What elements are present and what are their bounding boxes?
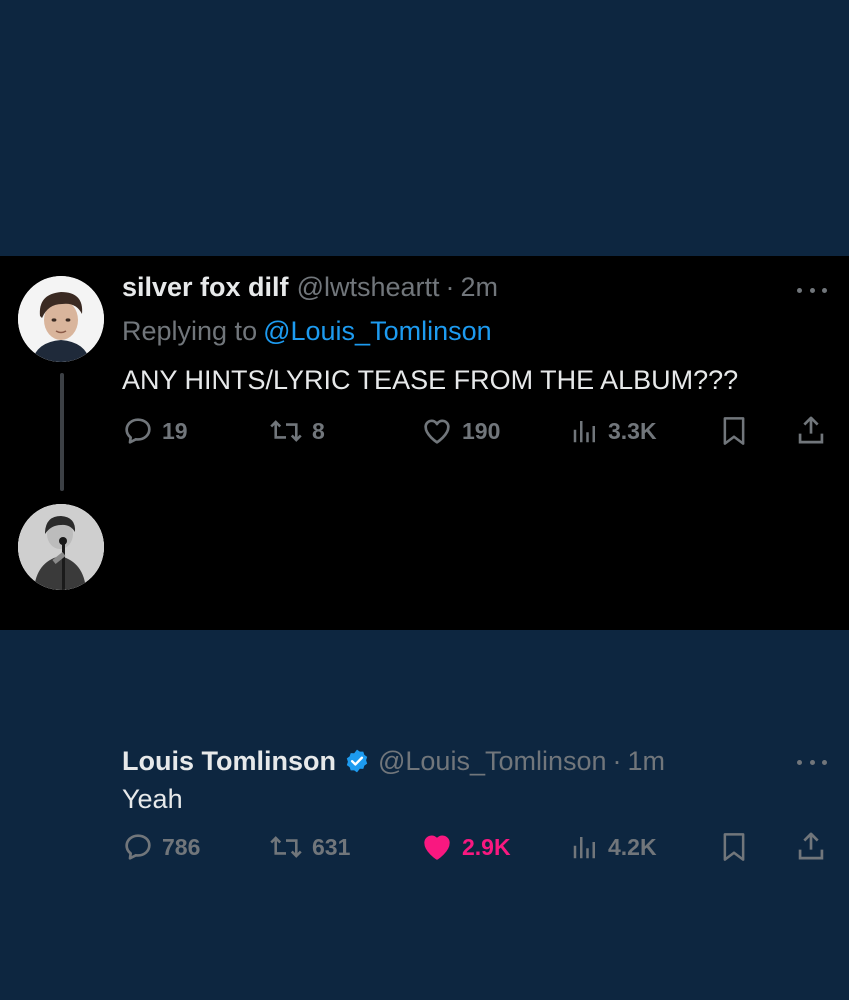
repost-icon xyxy=(270,420,302,442)
share-button[interactable] xyxy=(796,413,826,447)
display-name[interactable]: silver fox dilf xyxy=(122,272,289,303)
repost-icon xyxy=(270,836,302,858)
reply-button[interactable]: 19 xyxy=(122,415,188,447)
avatar[interactable] xyxy=(18,276,104,362)
avatar[interactable] xyxy=(18,504,104,590)
display-name[interactable]: Louis Tomlinson xyxy=(122,746,336,777)
replying-to-mention-link[interactable]: @Louis_Tomlinson xyxy=(263,316,492,346)
tweet-main[interactable]: Louis Tomlinson @Louis_Tomlinson · 1m Ye… xyxy=(0,504,849,861)
replying-to-label: Replying to xyxy=(122,316,258,346)
tweet-actions: 786 631 2.9K 4.2K xyxy=(0,831,849,871)
reply-icon xyxy=(125,834,151,860)
bookmark-icon xyxy=(723,417,745,445)
tweet-thread-panel: silver fox dilf @lwtsheartt · 2m Replyin… xyxy=(0,256,849,861)
like-count: 190 xyxy=(462,417,501,444)
user-handle[interactable]: @lwtsheartt xyxy=(297,272,440,303)
tweet-text: Yeah xyxy=(122,784,183,814)
like-count: 2.9K xyxy=(462,833,511,860)
like-button[interactable]: 190 xyxy=(420,415,500,447)
bookmark-icon xyxy=(723,833,745,861)
verified-badge-icon xyxy=(346,749,368,773)
repost-count: 8 xyxy=(312,417,325,444)
reply-count: 786 xyxy=(162,833,201,860)
repost-count: 631 xyxy=(312,833,351,860)
bookmark-button[interactable] xyxy=(720,831,748,863)
reply-count: 19 xyxy=(162,417,188,444)
share-icon xyxy=(798,416,824,444)
tweet-reply[interactable]: silver fox dilf @lwtsheartt · 2m Replyin… xyxy=(0,256,849,504)
timestamp[interactable]: 2m xyxy=(461,272,499,303)
repost-button[interactable]: 8 xyxy=(268,415,325,447)
share-icon xyxy=(798,832,824,860)
tweet-actions: 19 8 190 3.3K xyxy=(0,411,849,451)
separator-dot: · xyxy=(445,272,455,302)
like-button[interactable]: 2.9K xyxy=(420,831,511,863)
views-count: 3.3K xyxy=(608,417,657,444)
views-button[interactable]: 4.2K xyxy=(570,831,657,863)
more-icon[interactable] xyxy=(797,284,827,296)
views-icon xyxy=(573,837,595,859)
views-button[interactable]: 3.3K xyxy=(570,415,657,447)
reply-button[interactable]: 786 xyxy=(122,831,200,863)
timestamp[interactable]: 1m xyxy=(628,746,666,777)
share-button[interactable] xyxy=(796,829,826,863)
more-icon[interactable] xyxy=(797,756,827,768)
tweet-header: Louis Tomlinson @Louis_Tomlinson · 1m xyxy=(122,744,665,777)
like-icon xyxy=(424,419,450,444)
bookmark-button[interactable] xyxy=(720,415,748,447)
reply-icon xyxy=(125,418,151,444)
repost-button[interactable]: 631 xyxy=(268,831,350,863)
user-handle[interactable]: @Louis_Tomlinson xyxy=(378,746,607,777)
views-count: 4.2K xyxy=(608,833,657,860)
replying-to-line: Replying to @Louis_Tomlinson xyxy=(122,316,492,347)
tweet-header: silver fox dilf @lwtsheartt · 2m xyxy=(122,272,498,303)
separator-dot: · xyxy=(612,746,622,776)
views-icon xyxy=(573,421,595,443)
tweet-text: ANY HINTS/LYRIC TEASE FROM THE ALBUM??? xyxy=(122,365,739,395)
like-icon xyxy=(424,835,450,860)
